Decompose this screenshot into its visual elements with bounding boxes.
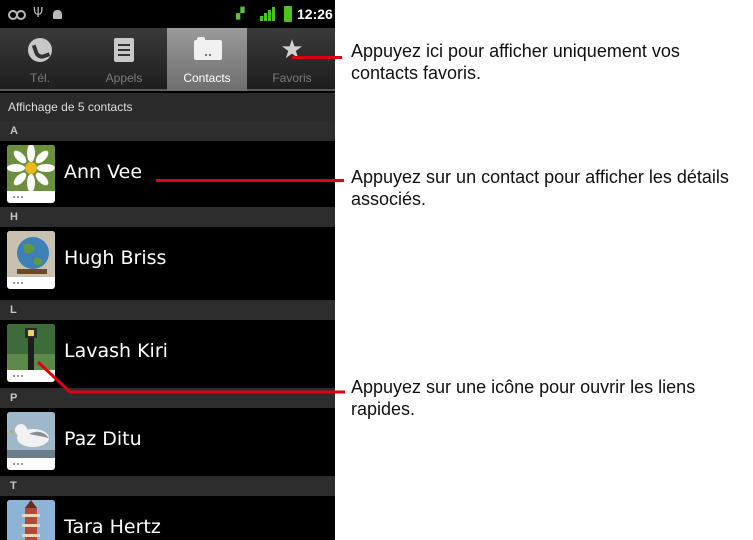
contact-callout-line	[156, 179, 344, 182]
section-header-t: T	[0, 476, 335, 496]
contact-avatar[interactable]	[7, 412, 55, 470]
call-log-icon	[114, 38, 134, 62]
status-bar: Ψ ▞ 12:26	[0, 0, 335, 28]
section-letter: P	[10, 392, 18, 404]
contact-row-tara-hertz[interactable]: Tara Hertz	[0, 496, 335, 540]
phone-icon	[28, 38, 52, 62]
tab-phone[interactable]: Tél.	[0, 28, 80, 91]
tab-favorites[interactable]: ★ Favoris	[252, 28, 332, 91]
tab-call-log[interactable]: Appels	[84, 28, 164, 91]
contact-avatar[interactable]	[7, 231, 55, 289]
contact-avatar[interactable]	[7, 500, 55, 540]
usb-icon: Ψ	[33, 6, 44, 21]
contact-name: Hugh Briss	[64, 247, 167, 269]
tab-phone-label: Tél.	[29, 71, 50, 85]
contact-row-lavash-kiri[interactable]: Lavash Kiri	[0, 320, 335, 386]
contact-row-paz-ditu[interactable]: Paz Ditu	[0, 408, 335, 474]
debug-icon	[52, 7, 64, 21]
contact-name: Tara Hertz	[64, 516, 161, 538]
section-header-h: H	[0, 207, 335, 227]
section-letter: T	[10, 480, 17, 492]
section-letter: A	[10, 125, 18, 137]
sim-icon: ▞	[236, 7, 245, 20]
contact-name: Lavash Kiri	[64, 340, 168, 362]
contact-callout-text: Appuyez sur un contact pour afficher les…	[351, 167, 729, 209]
globe-photo	[7, 231, 55, 277]
quick-contact-dots	[13, 196, 23, 198]
contact-row-hugh-briss[interactable]: Hugh Briss	[0, 227, 335, 293]
section-header-p: P	[0, 388, 335, 408]
contact-avatar[interactable]	[7, 324, 55, 382]
icon-callout-text: Appuyez sur une icône pour ouvrir les li…	[351, 377, 696, 419]
section-letter: L	[10, 304, 17, 316]
tab-contacts[interactable]: Contacts	[167, 28, 247, 91]
favorites-callout-line	[292, 56, 342, 59]
section-header-a: A	[0, 121, 335, 141]
phone-screen: Ψ ▞ 12:26 Tél. Appels Contacts ★ Favoris…	[0, 0, 335, 540]
contact-row-ann-vee[interactable]: Ann Vee	[0, 141, 335, 207]
tab-call-log-label: Appels	[105, 71, 143, 85]
section-header-l: L	[0, 300, 335, 320]
contacts-icon	[194, 37, 222, 60]
favorites-callout-text: Appuyez ici pour afficher uniquement vos…	[351, 41, 680, 83]
quick-contact-dots	[13, 282, 23, 284]
tower-photo	[7, 500, 55, 540]
contact-name: Paz Ditu	[64, 428, 142, 450]
battery-icon	[284, 6, 292, 22]
contact-avatar[interactable]	[7, 145, 55, 203]
contacts-count-header: Affichage de 5 contacts	[0, 93, 335, 121]
seagull-photo	[7, 412, 55, 458]
quick-contact-dots	[13, 463, 23, 465]
quick-contact-dots	[13, 375, 23, 377]
contacts-count-label: Affichage de 5 contacts	[8, 100, 133, 114]
daisy-photo	[7, 145, 55, 191]
tab-favorites-label: Favoris	[272, 71, 312, 85]
lamp-post-photo	[7, 324, 55, 370]
voicemail-icon	[8, 7, 26, 21]
section-letter: H	[10, 211, 18, 223]
status-time: 12:26	[297, 6, 333, 22]
tab-contacts-label: Contacts	[183, 71, 231, 85]
signal-icon	[260, 7, 276, 21]
contact-name: Ann Vee	[64, 161, 143, 183]
tab-bar: Tél. Appels Contacts ★ Favoris	[0, 28, 335, 91]
